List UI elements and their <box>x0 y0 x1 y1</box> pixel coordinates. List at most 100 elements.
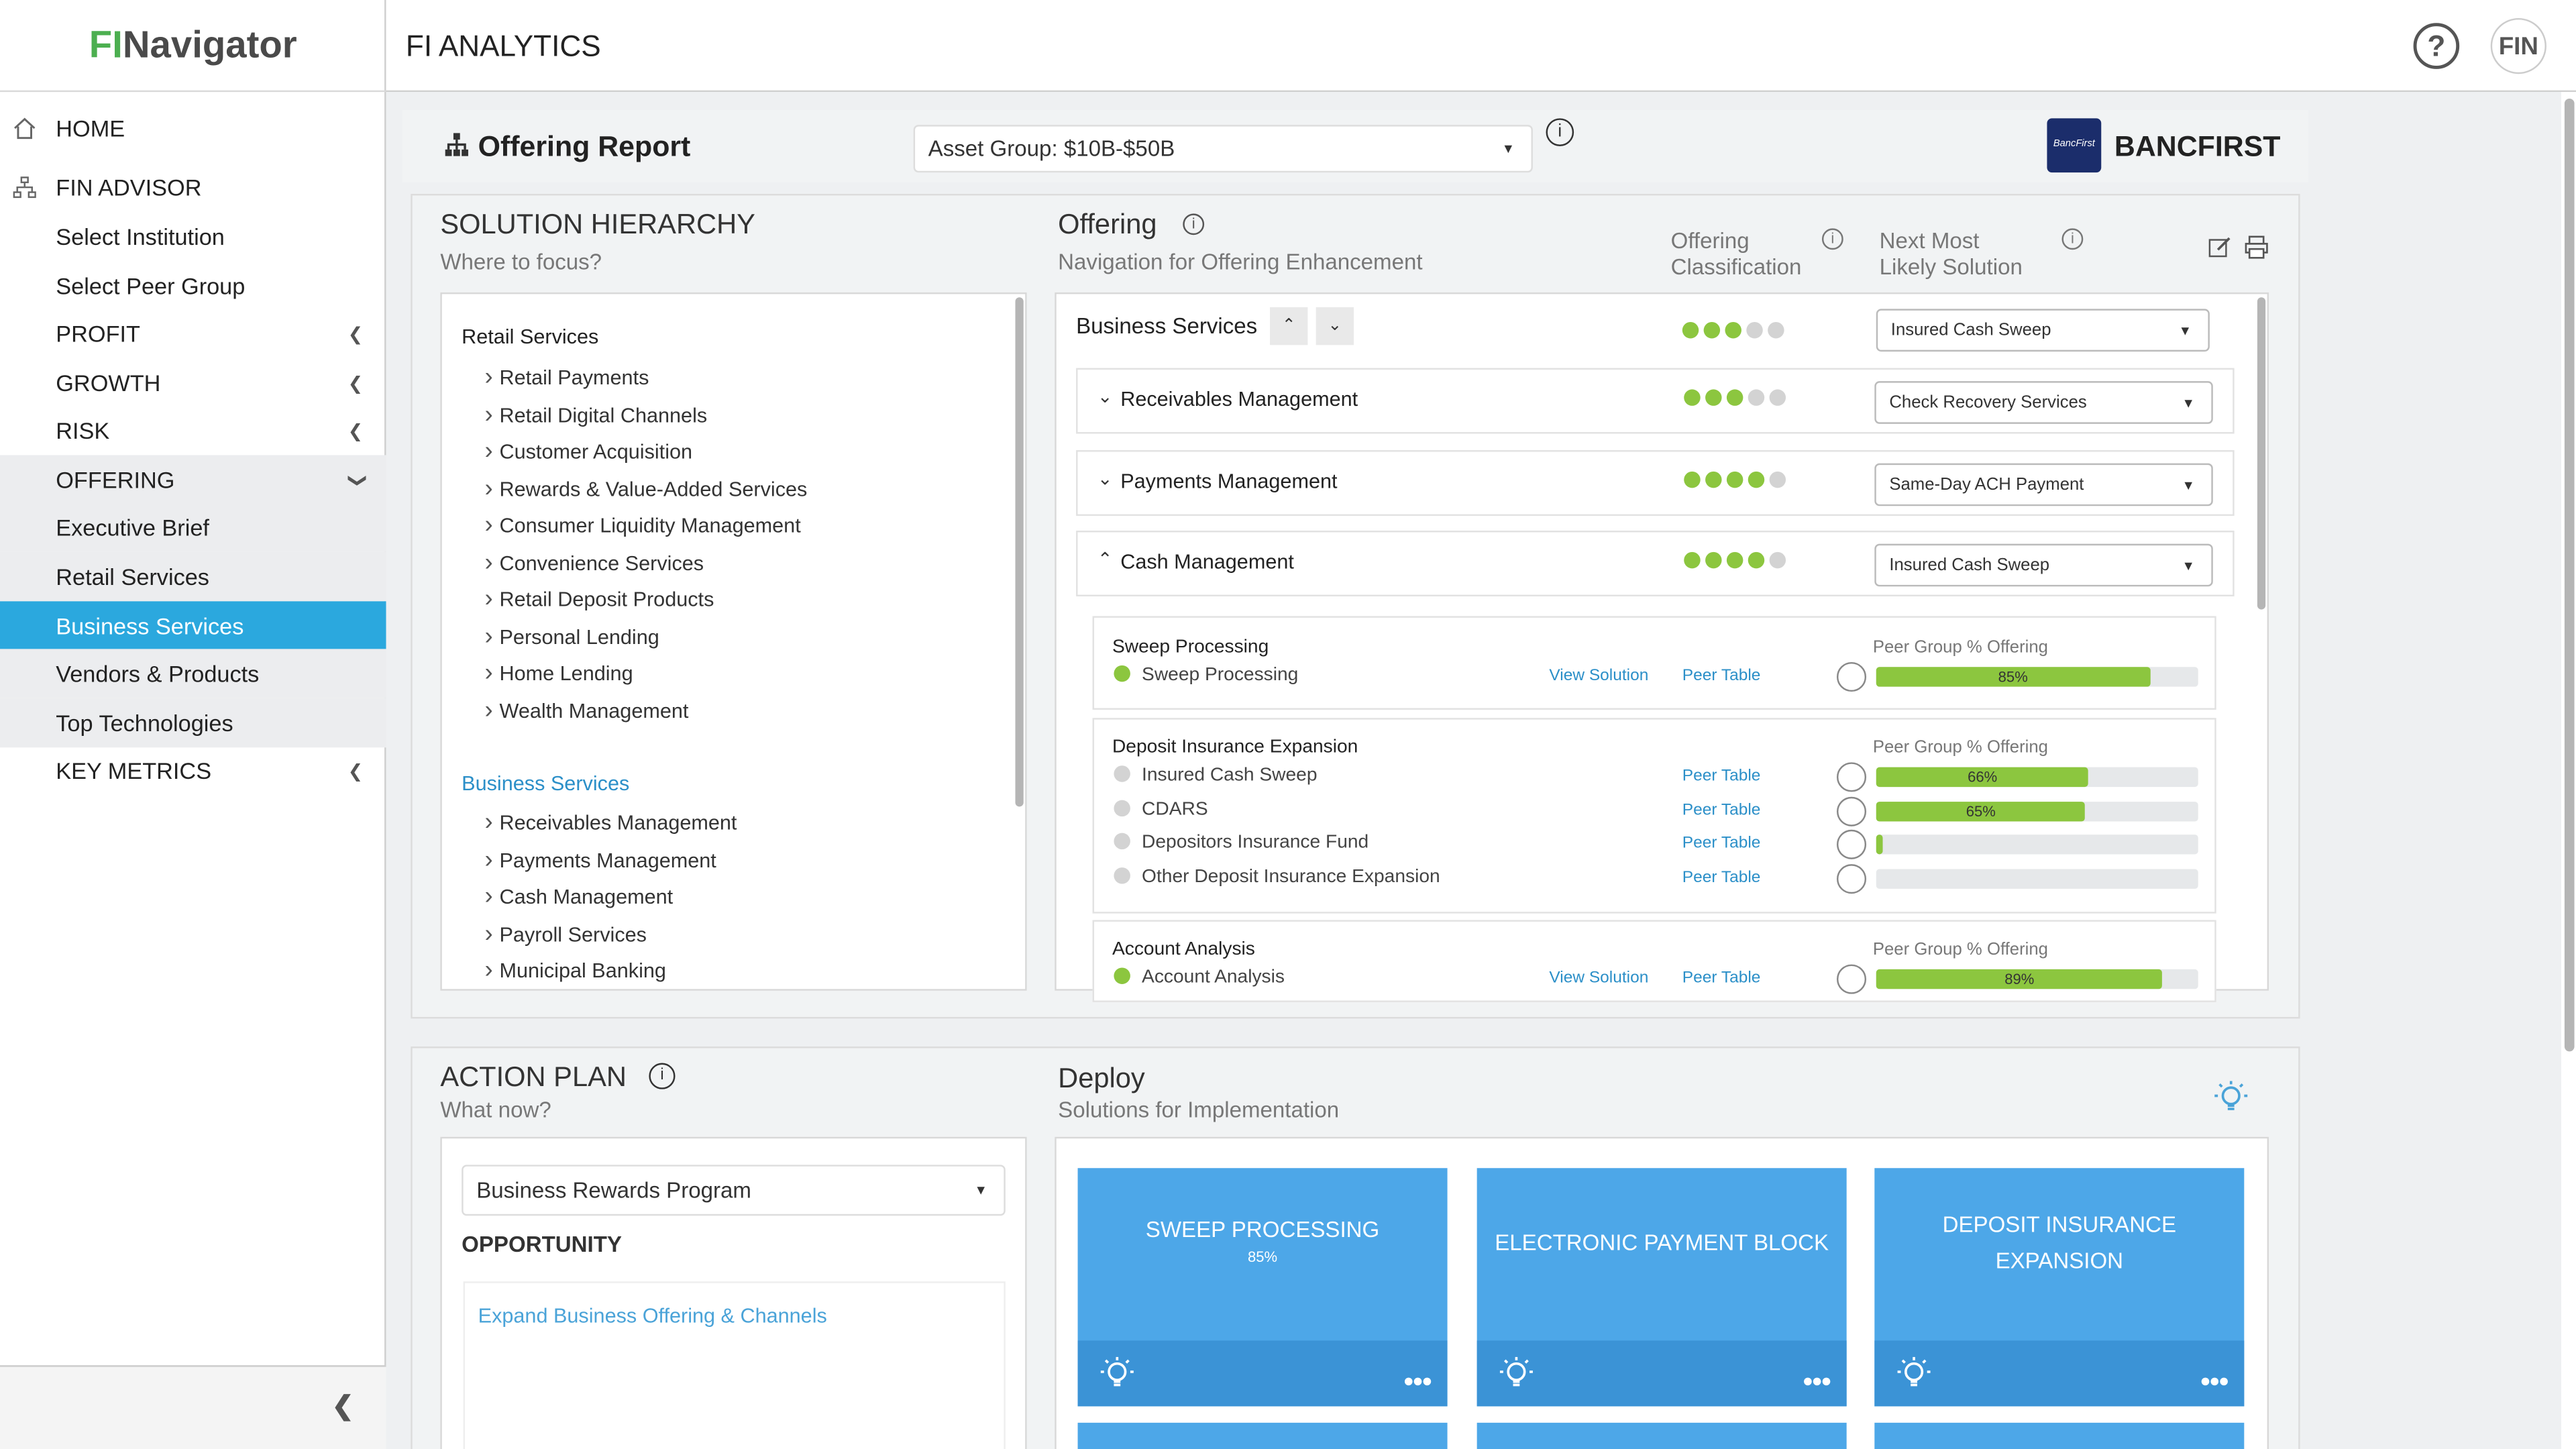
solution-name: Account Analysis <box>1142 967 1285 987</box>
deploy-card[interactable]: DEPOSIT INSURANCE EXPANSION ●●● <box>1874 1168 2245 1407</box>
deploy-card[interactable]: SWEEP PROCESSING 85% ●●● <box>1077 1168 1448 1407</box>
sidebar-item-vendors-products[interactable]: Vendors & Products <box>0 649 386 698</box>
sidebar-item-label: Vendors & Products <box>56 660 260 687</box>
asset-group-select[interactable]: Asset Group: $10B-$50B ▼ <box>913 125 1533 173</box>
expand-down-button[interactable]: ⌄ <box>1316 307 1354 345</box>
user-avatar[interactable]: FIN <box>2490 17 2546 74</box>
next-solution-select[interactable]: Same-Day ACH Payment ▼ <box>1874 463 2213 506</box>
logo[interactable]: FI Navigator <box>0 0 386 93</box>
expand-up-button[interactable]: ⌃ <box>1270 307 1308 345</box>
deploy-card[interactable] <box>1874 1422 2245 1449</box>
solution-item: Account Analysis <box>1114 967 1285 987</box>
hierarchy-item[interactable]: › Cash Management <box>484 882 673 910</box>
chevron-right-icon: › <box>484 659 493 687</box>
more-options-icon[interactable]: ●●● <box>1403 1365 1433 1398</box>
sidebar-item-growth[interactable]: GROWTH ❮ <box>0 358 386 407</box>
classification-dot <box>1769 471 1786 488</box>
chevron-down-icon[interactable]: ⌄ <box>1097 468 1113 489</box>
print-icon[interactable] <box>2244 235 2269 260</box>
hierarchy-item[interactable]: › Customer Acquisition <box>484 437 692 465</box>
hierarchy-item[interactable]: › Rewards & Value-Added Services <box>484 474 807 502</box>
chart-stats-icon[interactable] <box>1836 661 1867 692</box>
next-solution-select[interactable]: Insured Cash Sweep ▼ <box>1874 543 2213 587</box>
lightbulb-icon[interactable] <box>1497 1354 1536 1393</box>
chart-stats-icon[interactable] <box>1836 964 1867 994</box>
view-solution-link[interactable]: View Solution <box>1549 667 1648 685</box>
chevron-left-icon[interactable]: ❮ <box>332 1390 354 1423</box>
hierarchy-item[interactable]: › Home Lending <box>484 659 633 687</box>
hierarchy-item[interactable]: › Consumer Liquidity Management <box>484 511 800 539</box>
hierarchy-item[interactable]: › Retail Payments <box>484 363 649 391</box>
lightbulb-icon[interactable] <box>1894 1354 1934 1393</box>
scrollbar-thumb[interactable] <box>2564 98 2575 1052</box>
sidebar-item-retail-services[interactable]: Retail Services <box>0 551 386 602</box>
sidebar-item-risk[interactable]: RISK ❮ <box>0 406 386 455</box>
help-icon[interactable]: ? <box>2413 23 2460 69</box>
peer-table-link[interactable]: Peer Table <box>1682 767 1761 786</box>
sidebar-item-select-institution[interactable]: Select Institution <box>0 212 386 261</box>
lightbulb-icon[interactable] <box>2211 1078 2251 1118</box>
peer-table-link[interactable]: Peer Table <box>1682 835 1761 853</box>
hierarchy-item[interactable]: › Receivables Management <box>484 808 737 837</box>
next-solution-select[interactable]: Check Recovery Services ▼ <box>1874 381 2213 424</box>
deploy-card-footer: ●●● <box>1077 1340 1448 1407</box>
chart-stats-icon[interactable] <box>1836 762 1867 792</box>
chart-stats-icon[interactable] <box>1836 829 1867 859</box>
peer-table-link[interactable]: Peer Table <box>1682 868 1761 886</box>
info-icon[interactable]: i <box>1546 118 1574 146</box>
next-solution-select[interactable]: Insured Cash Sweep ▼ <box>1876 309 2210 352</box>
info-icon[interactable]: i <box>1821 228 1843 250</box>
info-icon[interactable]: i <box>649 1063 676 1089</box>
classification-dots <box>1684 471 1786 488</box>
hierarchy-item-label: Home Lending <box>499 661 633 686</box>
block-title: Account Analysis <box>1112 939 1255 960</box>
sidebar-item-profit[interactable]: PROFIT ❮ <box>0 309 386 358</box>
opportunity-link[interactable]: Expand Business Offering & Channels <box>478 1305 827 1328</box>
offering-scrollbar[interactable] <box>2257 297 2266 610</box>
sidebar-item-executive-brief[interactable]: Executive Brief <box>0 502 386 552</box>
sidebar-item-select-peer-group[interactable]: Select Peer Group <box>0 261 386 310</box>
info-icon[interactable]: i <box>2061 228 2084 250</box>
deploy-card[interactable] <box>1477 1422 1847 1449</box>
deploy-card[interactable]: ELECTRONIC PAYMENT BLOCK ●●● <box>1477 1168 1847 1407</box>
hierarchy-item[interactable]: › Personal Lending <box>484 622 659 650</box>
sidebar-item-home[interactable]: HOME <box>0 103 386 152</box>
info-icon[interactable]: i <box>1183 213 1205 235</box>
peer-table-link[interactable]: Peer Table <box>1682 667 1761 685</box>
hierarchy-item[interactable]: › Payroll Services <box>484 919 647 947</box>
deploy-card-body: SWEEP PROCESSING 85% <box>1078 1168 1448 1340</box>
hierarchy-item[interactable]: › Payments Management <box>484 845 716 873</box>
hierarchy-item[interactable]: › Convenience Services <box>484 548 704 576</box>
sidebar-item-business-services[interactable]: Business Services <box>0 601 386 651</box>
hierarchy-item[interactable]: › Retail Deposit Products <box>484 585 714 613</box>
chevron-down-icon[interactable]: ⌄ <box>1097 386 1113 407</box>
sidebar-item-label: RISK <box>56 417 110 444</box>
hierarchy-item[interactable]: › Wealth Management <box>484 696 688 724</box>
sidebar-item-offering[interactable]: OFFERING ❮ <box>0 455 386 504</box>
business-services-header[interactable]: Business Services <box>462 772 629 795</box>
deploy-card[interactable] <box>1077 1422 1448 1449</box>
peer-table-link[interactable]: Peer Table <box>1682 801 1761 819</box>
hierarchy-item[interactable]: › Municipal Banking <box>484 956 665 984</box>
chart-stats-icon[interactable] <box>1836 863 1867 894</box>
view-solution-link[interactable]: View Solution <box>1549 969 1648 987</box>
hierarchy-item[interactable]: › Retail Digital Channels <box>484 400 707 428</box>
lightbulb-icon[interactable] <box>1097 1354 1137 1393</box>
program-select[interactable]: Business Rewards Program ▼ <box>462 1165 1006 1216</box>
hierarchy-scrollbar[interactable] <box>1015 297 1024 807</box>
status-dot <box>1114 866 1130 883</box>
edit-icon[interactable] <box>2208 235 2231 258</box>
more-options-icon[interactable]: ●●● <box>2200 1365 2229 1398</box>
chart-stats-icon[interactable] <box>1836 796 1867 826</box>
more-options-icon[interactable]: ●●● <box>1803 1365 1832 1398</box>
classification-dot <box>1705 471 1722 488</box>
sidebar-item-fin-advisor[interactable]: FIN ADVISOR <box>0 162 386 211</box>
sidebar-item-top-technologies[interactable]: Top Technologies <box>0 698 386 748</box>
deploy-subtitle: Solutions for Implementation <box>1058 1097 1340 1122</box>
retail-services-header[interactable]: Retail Services <box>462 325 598 348</box>
group-label: Receivables Management <box>1120 387 1358 411</box>
sidebar-item-key-metrics[interactable]: KEY METRICS ❮ <box>0 746 386 795</box>
caret-down-icon: ▼ <box>1501 141 1515 156</box>
chevron-up-icon[interactable]: ⌃ <box>1097 549 1113 570</box>
peer-table-link[interactable]: Peer Table <box>1682 969 1761 987</box>
